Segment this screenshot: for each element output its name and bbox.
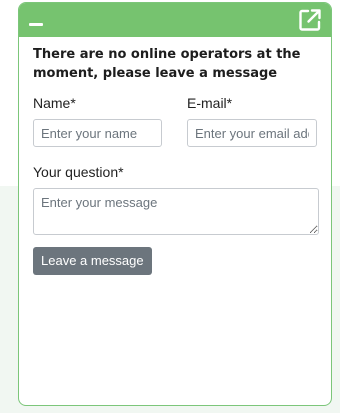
question-field-group: Your question* (33, 163, 319, 235)
leave-message-button[interactable]: Leave a message (33, 247, 152, 275)
name-label: Name* (33, 95, 76, 111)
email-input[interactable] (187, 119, 317, 147)
contact-row: Name* E-mail* (33, 94, 317, 147)
email-field-group: E-mail* (187, 94, 317, 147)
name-field-group: Name* (33, 94, 162, 147)
minimize-icon[interactable] (29, 23, 43, 26)
offline-notice: There are no online operators at the mom… (33, 47, 301, 81)
chat-widget-body: There are no online operators at the mom… (19, 37, 331, 275)
question-label: Your question* (33, 164, 124, 180)
message-textarea[interactable] (33, 188, 319, 235)
external-link-icon[interactable] (297, 7, 323, 33)
name-input[interactable] (33, 119, 162, 147)
chat-widget: There are no online operators at the mom… (18, 2, 332, 406)
chat-widget-header[interactable] (19, 3, 331, 37)
email-label: E-mail* (187, 95, 233, 111)
